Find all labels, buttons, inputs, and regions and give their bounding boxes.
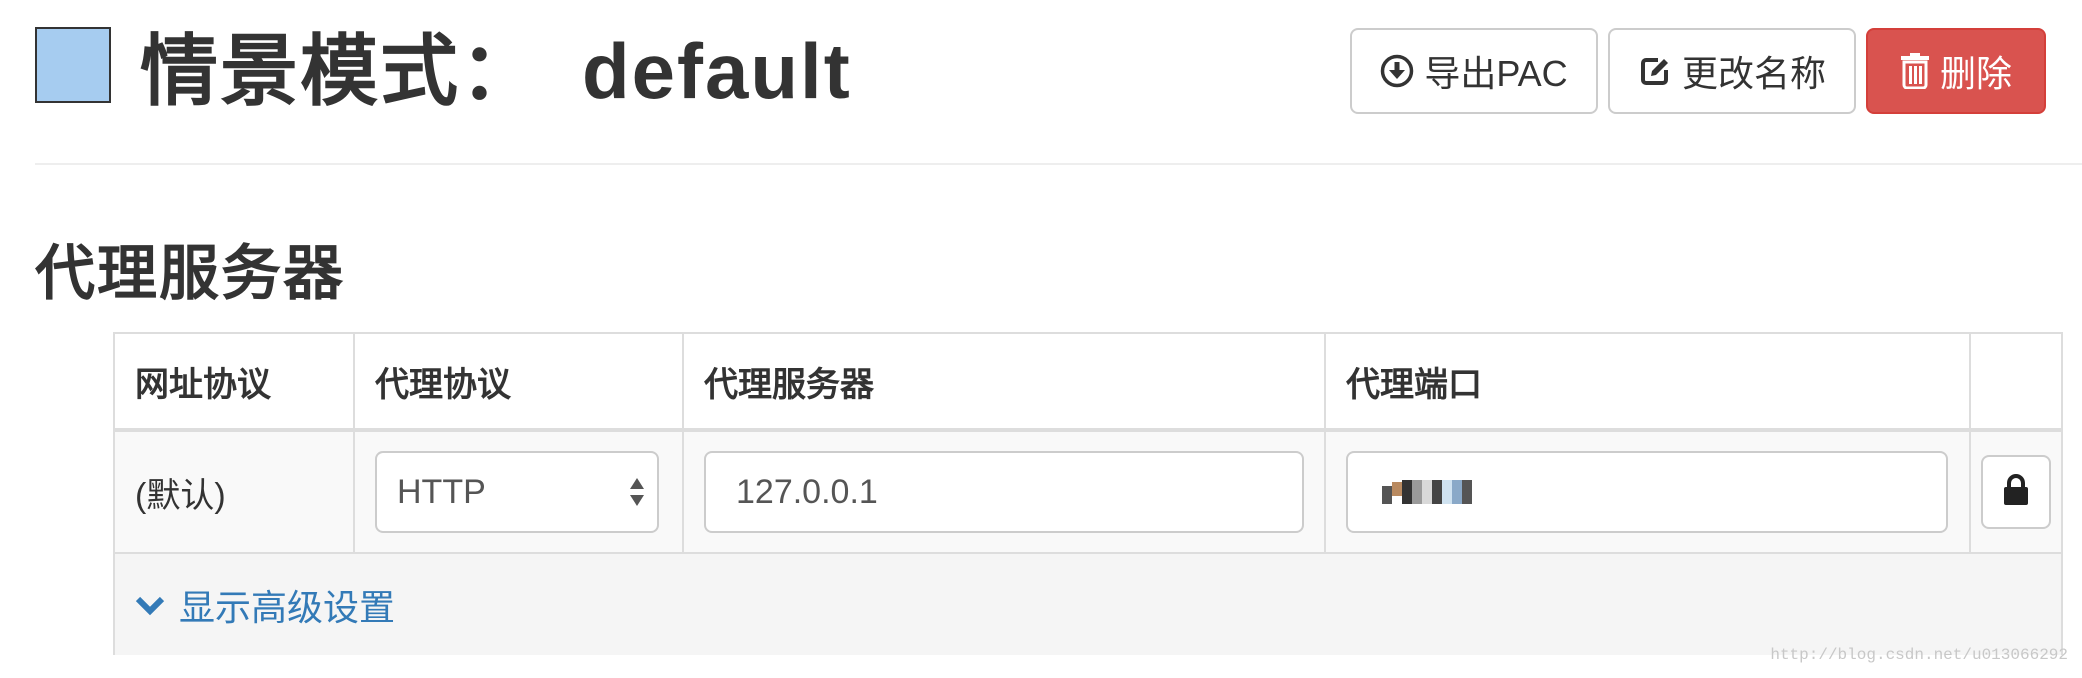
table-row: (默认) HTTP 127.0.0.1 <box>115 432 2061 554</box>
header-cell-scheme: 网址协议 <box>115 334 355 428</box>
cell-actions <box>1971 432 2061 552</box>
header-cell-protocol: 代理协议 <box>355 334 684 428</box>
header-server-label: 代理服务器 <box>704 365 874 404</box>
show-advanced-settings-link[interactable]: 显示高级设置 <box>135 554 395 655</box>
page-title-prefix: 情景模式： <box>140 27 541 115</box>
cell-server: 127.0.0.1 <box>684 432 1326 552</box>
page-title: 情景模式： default <box>140 26 852 116</box>
proxy-host-value: 127.0.0.1 <box>736 472 878 511</box>
proxy-port-input[interactable] <box>1346 451 1948 533</box>
header-divider <box>35 163 2082 165</box>
download-circle-icon <box>1380 54 1414 88</box>
header-protocol-label: 代理协议 <box>375 365 511 404</box>
redacted-port-value <box>1382 480 1472 504</box>
table-header-row: 网址协议 代理协议 代理服务器 代理端口 <box>115 334 2061 432</box>
delete-button[interactable]: 删除 <box>1866 28 2046 114</box>
proxy-rules-table: 网址协议 代理协议 代理服务器 代理端口 (默认) HTTP 127.0.0.1… <box>113 332 2063 655</box>
proxy-host-input[interactable]: 127.0.0.1 <box>704 451 1304 533</box>
export-pac-button[interactable]: 导出PAC <box>1350 28 1598 114</box>
lock-button[interactable] <box>1981 455 2051 529</box>
trash-icon <box>1900 53 1930 89</box>
export-pac-label: 导出PAC <box>1424 53 1568 94</box>
delete-label: 删除 <box>1939 53 2012 94</box>
rename-button[interactable]: 更改名称 <box>1608 28 1856 114</box>
header-cell-server: 代理服务器 <box>684 334 1326 428</box>
select-arrows-icon <box>629 477 645 507</box>
section-title-proxy-server: 代理服务器 <box>35 240 345 307</box>
watermark: http://blog.csdn.net/u013066292 <box>1770 646 2068 664</box>
proxy-protocol-select[interactable]: HTTP <box>375 451 659 533</box>
cell-port <box>1326 432 1971 552</box>
lock-icon <box>2002 473 2030 511</box>
show-advanced-settings-label: 显示高级设置 <box>179 586 396 628</box>
header-port-label: 代理端口 <box>1346 365 1482 404</box>
chevron-down-icon <box>135 584 165 626</box>
header-scheme-label: 网址协议 <box>135 365 271 404</box>
rename-label: 更改名称 <box>1681 53 1826 94</box>
proxy-protocol-value: HTTP <box>397 472 486 511</box>
header-cell-port: 代理端口 <box>1326 334 1971 428</box>
cell-protocol: HTTP <box>355 432 684 552</box>
cell-scheme: (默认) <box>115 432 355 552</box>
advanced-settings-row: 显示高级设置 <box>115 554 2061 655</box>
profile-color-swatch[interactable] <box>35 27 111 103</box>
scheme-value: (默认) <box>135 476 226 515</box>
edit-icon <box>1638 54 1672 88</box>
header-cell-actions <box>1971 334 2061 428</box>
profile-name: default <box>582 27 852 115</box>
